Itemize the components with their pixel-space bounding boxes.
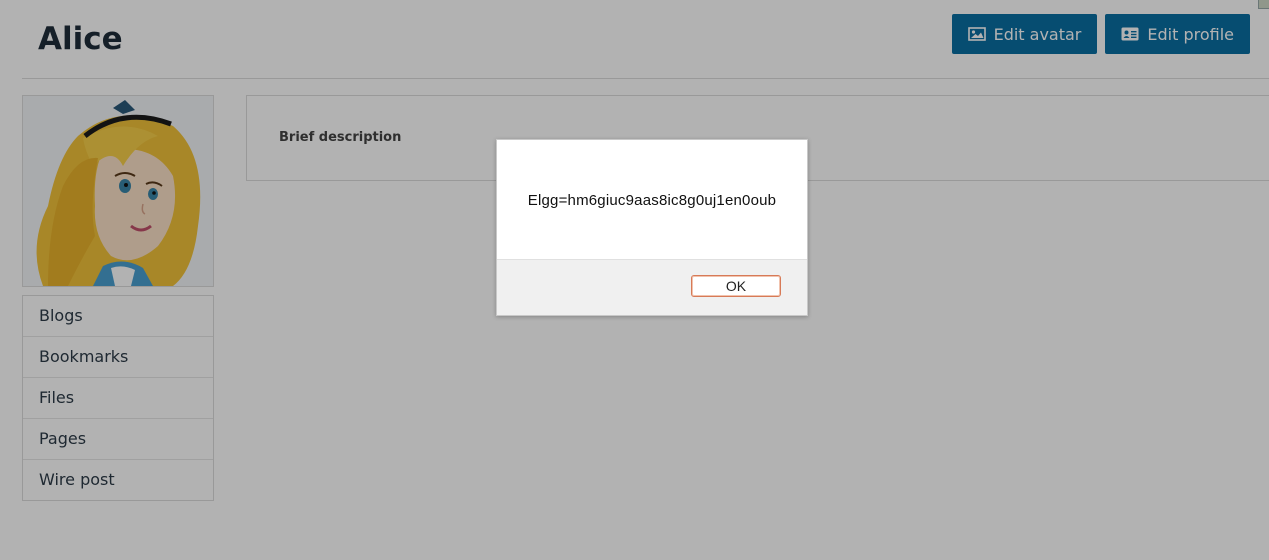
alert-dialog: Elgg=hm6giuc9aas8ic8g0uj1en0oub OK <box>496 139 808 316</box>
ok-button[interactable]: OK <box>691 275 781 297</box>
alert-message: Elgg=hm6giuc9aas8ic8g0uj1en0oub <box>527 192 777 209</box>
profile-page: Alice Edit avatar Edit profile Blogs Boo… <box>0 0 1269 560</box>
alert-footer: OK <box>497 259 807 315</box>
